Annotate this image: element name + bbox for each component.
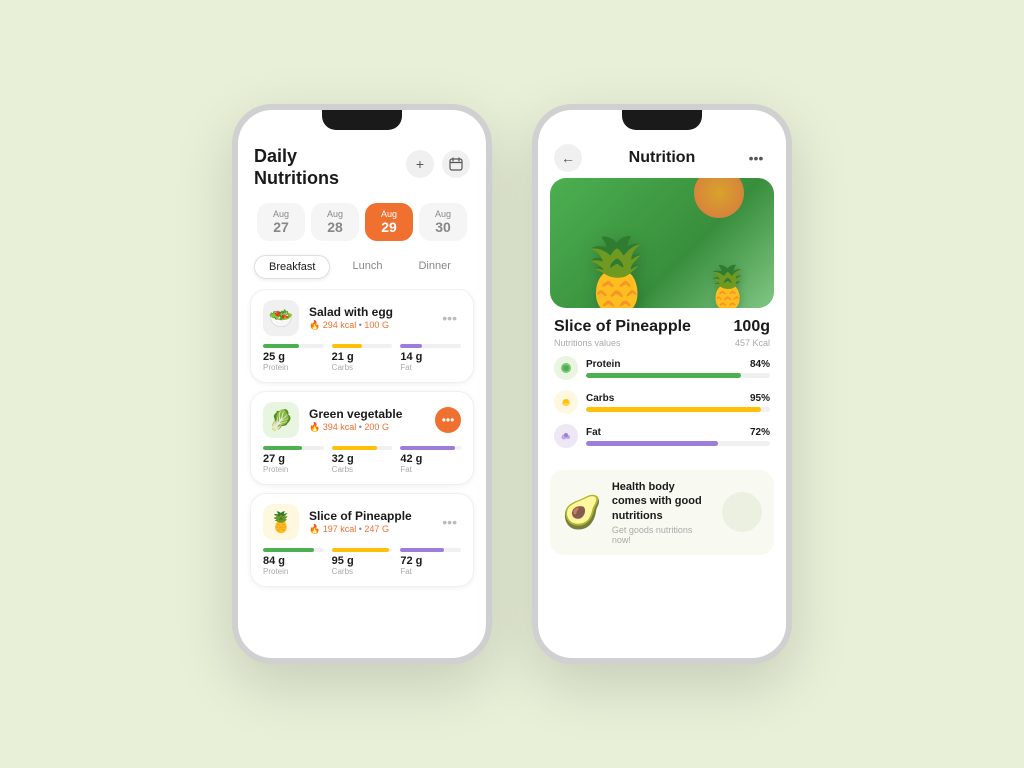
promo-text: Health body comes with good nutritions G… — [612, 480, 712, 545]
add-button[interactable]: + — [406, 150, 434, 178]
nutrition-row-vegetable: 27 g Protein 32 g Carbs 42 g — [263, 446, 461, 474]
food-meta-salad: 🔥 294 kcal • 100 G — [309, 320, 438, 331]
date-selector: Aug 27 Aug 28 Aug 29 Aug 30 — [238, 197, 486, 251]
nutrient-info-fat: Fat 72% — [586, 427, 770, 446]
phone-1: Daily Nutritions + — [232, 104, 492, 664]
food-name-vegetable: Green vegetable — [309, 407, 435, 421]
screen-2: ← Nutrition ••• 🍍 🍍 Slice of Pineapple — [538, 110, 786, 658]
notch-1 — [322, 110, 402, 130]
tab-breakfast[interactable]: Breakfast — [254, 255, 330, 279]
header-icons: + — [406, 150, 470, 178]
nutrition-carbs-vegetable: 32 g Carbs — [332, 446, 393, 474]
nutrition-fat-salad: 14 g Fat — [400, 344, 461, 372]
fruit-title-row: Slice of Pineapple 100g — [554, 318, 770, 336]
food-info-vegetable: Green vegetable 🔥 394 kcal • 200 G — [309, 407, 435, 433]
food-meta-pineapple: 🔥 197 kcal • 247 G — [309, 524, 438, 535]
phone1-header: Daily Nutritions + — [238, 134, 486, 197]
food-icon-salad: 🥗 — [263, 300, 299, 336]
food-icon-vegetable: 🥬 — [263, 402, 299, 438]
phone2-header: ← Nutrition ••• — [538, 134, 786, 178]
food-icon-pineapple: 🍍 — [263, 504, 299, 540]
nutrient-row-carbs: Carbs 95% — [554, 390, 770, 414]
nutrient-label-fat: Fat 72% — [586, 427, 770, 438]
food-meta-vegetable: 🔥 394 kcal • 200 G — [309, 422, 435, 433]
food-card-pineapple: 🍍 Slice of Pineapple 🔥 197 kcal • 247 G … — [250, 493, 474, 587]
back-button[interactable]: ← — [554, 144, 582, 172]
pineapple-slice-icon: 🍍 — [702, 264, 754, 308]
food-more-pineapple[interactable]: ••• — [438, 510, 461, 534]
date-aug30[interactable]: Aug 30 — [419, 203, 467, 241]
nutrition-row-pineapple: 84 g Protein 95 g Carbs 72 g — [263, 548, 461, 576]
orange-accent — [694, 178, 744, 218]
food-card-top-pineapple: 🍍 Slice of Pineapple 🔥 197 kcal • 247 G … — [263, 504, 461, 540]
nutrition-row-salad: 25 g Protein 21 g Carbs 14 g — [263, 344, 461, 372]
nutrition-page-title: Nutrition — [582, 149, 742, 167]
fruit-name: Slice of Pineapple — [554, 318, 691, 336]
nutrition-carbs-pineapple: 95 g Carbs — [332, 548, 393, 576]
meal-tabs: Breakfast Lunch Dinner — [238, 251, 486, 289]
fruit-image: 🍍 🍍 — [550, 178, 774, 308]
nutrition-protein-salad: 25 g Protein — [263, 344, 324, 372]
date-aug27[interactable]: Aug 27 — [257, 203, 305, 241]
promo-card[interactable]: 🥑 Health body comes with good nutritions… — [550, 470, 774, 555]
food-info-pineapple: Slice of Pineapple 🔥 197 kcal • 247 G — [309, 509, 438, 535]
screen-content-2: ← Nutrition ••• 🍍 🍍 Slice of Pineapple — [538, 110, 786, 658]
food-card-top-vegetable: 🥬 Green vegetable 🔥 394 kcal • 200 G ••• — [263, 402, 461, 438]
food-more-vegetable[interactable]: ••• — [435, 407, 461, 433]
date-aug29[interactable]: Aug 29 — [365, 203, 413, 241]
nutrition-fat-vegetable: 42 g Fat — [400, 446, 461, 474]
food-more-salad[interactable]: ••• — [438, 306, 461, 330]
promo-decoration — [722, 492, 762, 532]
food-list: 🥗 Salad with egg 🔥 294 kcal • 100 G ••• — [238, 289, 486, 658]
promo-title: Health body comes with good nutritions — [612, 480, 712, 523]
food-card-top-salad: 🥗 Salad with egg 🔥 294 kcal • 100 G ••• — [263, 300, 461, 336]
fruit-scene: 🍍 🍍 — [550, 178, 774, 308]
nutrient-row-fat: Fat 72% — [554, 424, 770, 448]
phones-container: Daily Nutritions + — [232, 104, 792, 664]
food-card-vegetable: 🥬 Green vegetable 🔥 394 kcal • 200 G ••• — [250, 391, 474, 485]
nutrition-carbs-salad: 21 g Carbs — [332, 344, 393, 372]
promo-subtitle: Get goods nutritions now! — [612, 525, 712, 545]
date-aug28[interactable]: Aug 28 — [311, 203, 359, 241]
protein-icon — [554, 356, 578, 380]
carbs-icon — [554, 390, 578, 414]
food-name-pineapple: Slice of Pineapple — [309, 509, 438, 523]
screen-1: Daily Nutritions + — [238, 110, 486, 658]
fat-icon — [554, 424, 578, 448]
pineapple-main-icon: 🍍 — [572, 233, 662, 308]
nutrient-row-protein: Protein 84% — [554, 356, 770, 380]
food-name-salad: Salad with egg — [309, 305, 438, 319]
phone-2: ← Nutrition ••• 🍍 🍍 Slice of Pineapple — [532, 104, 792, 664]
nutrient-bar-fat — [586, 441, 770, 446]
nutrient-info-carbs: Carbs 95% — [586, 393, 770, 412]
nutrient-info-protein: Protein 84% — [586, 359, 770, 378]
notch-2 — [622, 110, 702, 130]
tab-dinner[interactable]: Dinner — [404, 255, 464, 279]
screen-content-1: Daily Nutritions + — [238, 110, 486, 658]
tab-lunch[interactable]: Lunch — [338, 255, 396, 279]
fruit-subtitle-row: Nutritions values 457 Kcal — [554, 338, 770, 348]
nutrition-protein-pineapple: 84 g Protein — [263, 548, 324, 576]
nutrient-bar-carbs — [586, 407, 770, 412]
page-title: Daily Nutritions — [254, 146, 339, 189]
fruit-weight: 100g — [734, 318, 770, 336]
nutrition-detail: Slice of Pineapple 100g Nutritions value… — [538, 308, 786, 464]
food-card-salad: 🥗 Salad with egg 🔥 294 kcal • 100 G ••• — [250, 289, 474, 383]
calendar-button[interactable] — [442, 150, 470, 178]
more-button[interactable]: ••• — [742, 144, 770, 172]
nutrient-label-protein: Protein 84% — [586, 359, 770, 370]
nutrient-bar-protein — [586, 373, 770, 378]
food-info-salad: Salad with egg 🔥 294 kcal • 100 G — [309, 305, 438, 331]
nutrition-fat-pineapple: 72 g Fat — [400, 548, 461, 576]
promo-icon: 🥑 — [562, 493, 602, 531]
nutrition-protein-vegetable: 27 g Protein — [263, 446, 324, 474]
nutrient-label-carbs: Carbs 95% — [586, 393, 770, 404]
